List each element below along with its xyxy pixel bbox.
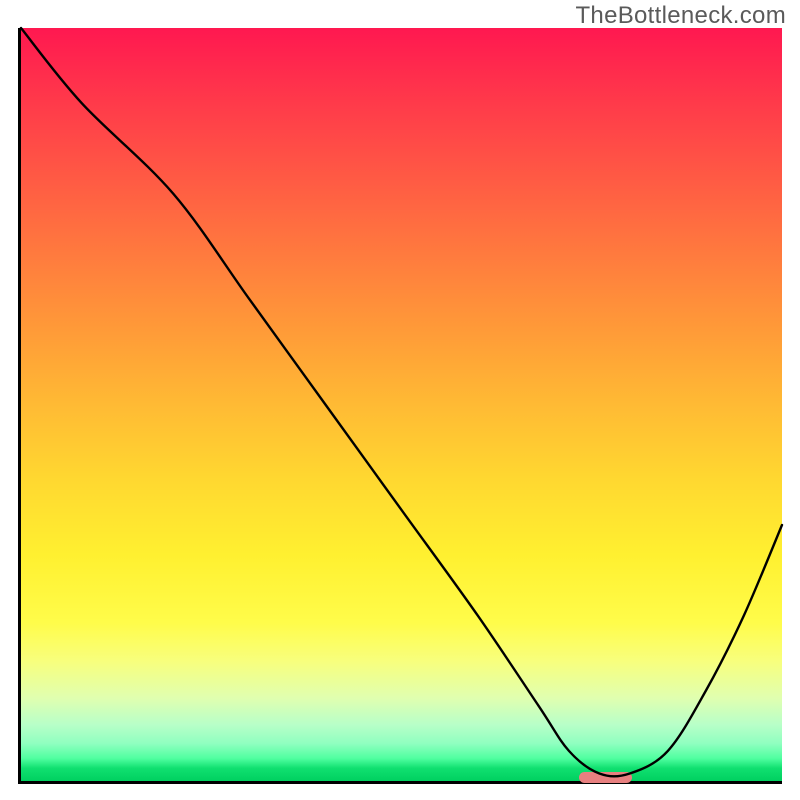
watermark-text: TheBottleneck.com (575, 2, 786, 30)
chart-plot-area (18, 28, 782, 784)
bottleneck-curve (21, 28, 782, 776)
chart-curve-svg (21, 28, 782, 781)
